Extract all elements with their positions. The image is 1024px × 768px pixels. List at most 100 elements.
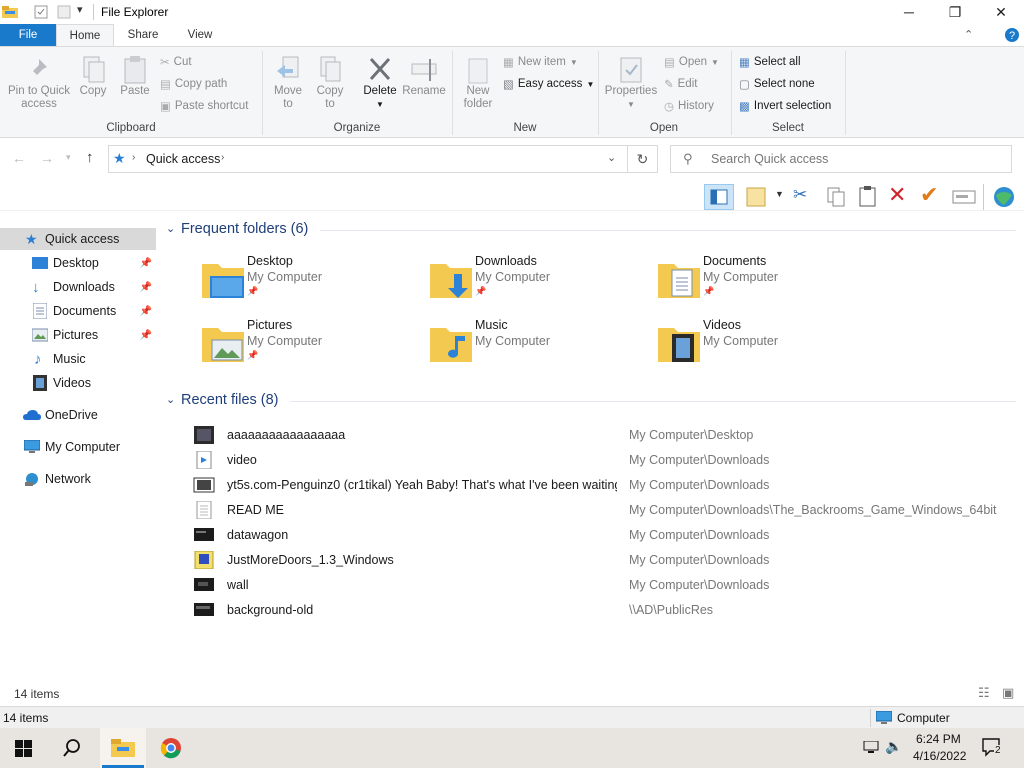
folder-tile[interactable]: Videos My Computer [652, 316, 872, 372]
address-dropdown-chevron-icon[interactable]: ⌄ [607, 151, 616, 164]
folder-tile[interactable]: Pictures My Computer 📌 [196, 316, 416, 372]
cut-scissors-icon[interactable]: ✂ [793, 185, 807, 205]
folder-tile[interactable]: Documents My Computer 📌 [652, 252, 872, 308]
paste-shortcut-button[interactable]: ▣ Paste shortcut [160, 96, 248, 116]
recent-locations-chevron-icon[interactable]: ▾ [66, 152, 71, 163]
back-arrow-icon[interactable]: ← [12, 150, 26, 166]
pin-icon: 📌 [247, 286, 259, 296]
recent-file-row[interactable]: yt5s.com-Penguinz0 (cr1tikal) Yeah Baby!… [193, 474, 1013, 496]
new-folder-button[interactable]: New folder [458, 55, 498, 111]
collapse-chevron-icon[interactable]: ⌄ [166, 393, 175, 406]
rename-button[interactable]: Rename [402, 55, 446, 98]
recent-files-title[interactable]: Recent files (8) [181, 392, 279, 408]
up-arrow-icon[interactable]: ↑ [86, 149, 94, 166]
sidebar-item-pictures[interactable]: Pictures 📌 [0, 324, 156, 346]
recent-file-row[interactable]: JustMoreDoors_1.3_Windows My Computer\Do… [193, 549, 1013, 571]
sidebar-item-music[interactable]: ♪ Music [0, 348, 156, 370]
recent-file-row[interactable]: aaaaaaaaaaaaaaaaa My Computer\Desktop [193, 424, 1013, 446]
globe-icon[interactable] [991, 185, 1017, 209]
edit-button[interactable]: ✎ Edit [664, 74, 697, 94]
maximize-button[interactable]: ❐ [932, 0, 978, 24]
paste-label: Paste [120, 85, 150, 97]
recent-file-row[interactable]: background-old \\AD\PublicRes [193, 599, 1013, 621]
history-button[interactable]: ◷ History [664, 96, 714, 116]
recent-file-path: My Computer\Downloads\The_Backrooms_Game… [629, 503, 997, 517]
taskbar-search-icon[interactable] [63, 739, 81, 757]
copy-files-icon[interactable] [826, 186, 846, 208]
details-pane-icon[interactable] [745, 186, 769, 208]
close-button[interactable]: ✕ [978, 0, 1024, 24]
clock-date[interactable]: 4/16/2022 [913, 749, 966, 763]
new-group-label: New [513, 122, 537, 134]
recent-file-row[interactable]: datawagon My Computer\Downloads [193, 524, 1013, 546]
video-file-icon [196, 451, 212, 469]
rename-field-icon[interactable] [952, 188, 976, 206]
invert-selection-button[interactable]: ▩ Invert selection [739, 96, 831, 116]
copy-path-button[interactable]: ▤ Copy path [160, 74, 227, 94]
properties-button[interactable]: Properties ▼ [602, 55, 660, 111]
window-title: File Explorer [101, 5, 169, 19]
tab-view[interactable]: View [176, 24, 224, 46]
cut-button[interactable]: ✂ Cut [160, 52, 192, 72]
checkmark-icon[interactable]: ✔ [920, 182, 938, 208]
network-globe-icon [25, 473, 38, 486]
forward-arrow-icon[interactable]: → [40, 150, 54, 166]
paste-button[interactable]: Paste [116, 55, 154, 98]
move-to-button[interactable]: Move to [268, 55, 308, 111]
recent-file-row[interactable]: video My Computer\Downloads [193, 449, 1013, 471]
folder-tile[interactable]: Music My Computer [424, 316, 644, 372]
new-item-button[interactable]: ▦ New item ▼ [503, 52, 578, 72]
delete-red-x-icon[interactable]: ✕ [888, 182, 906, 208]
refresh-button[interactable]: ↻ [628, 145, 658, 173]
recent-file-row[interactable]: READ ME My Computer\Downloads\The_Backro… [193, 499, 1013, 521]
select-all-label: Select all [753, 56, 801, 68]
quick-properties-icon[interactable] [34, 5, 48, 19]
taskbar-file-explorer-button[interactable] [100, 728, 146, 768]
sidebar-item-downloads[interactable]: ↓ Downloads 📌 [0, 276, 156, 298]
delete-button[interactable]: Delete ▼ [360, 55, 400, 111]
tab-home[interactable]: Home [56, 24, 114, 46]
layout-chevron-icon[interactable]: ▼ [775, 189, 784, 199]
copy-to-button[interactable]: Copy to [310, 55, 350, 111]
windows-start-icon[interactable] [15, 740, 32, 757]
ribbon-collapse-chevron-icon[interactable]: ⌃ [964, 28, 973, 41]
tab-share[interactable]: Share [118, 24, 168, 46]
select-none-button[interactable]: ▢ Select none [739, 74, 815, 94]
breadcrumb-chevron-icon[interactable]: › [221, 152, 224, 163]
tab-file[interactable]: File [0, 24, 56, 46]
frequent-folders-title[interactable]: Frequent folders (6) [181, 221, 308, 237]
sidebar-item-desktop[interactable]: Desktop 📌 [0, 252, 156, 274]
breadcrumb-quick-access[interactable]: Quick access [146, 152, 220, 166]
sidebar-item-my-computer[interactable]: My Computer [0, 436, 156, 458]
sidebar-item-onedrive[interactable]: OneDrive [0, 404, 156, 426]
sidebar-item-videos[interactable]: Videos [0, 372, 156, 394]
notifications-button[interactable]: 2 [982, 738, 1004, 758]
clock-time[interactable]: 6:24 PM [916, 732, 961, 746]
pin-to-quick-access-button[interactable]: Pin to Quick access [4, 55, 74, 111]
details-view-icon[interactable]: ☷ [978, 685, 990, 701]
sidebar-item-documents[interactable]: Documents 📌 [0, 300, 156, 322]
quick-new-folder-icon[interactable] [57, 5, 71, 19]
preview-pane-button[interactable] [704, 184, 734, 210]
address-bar[interactable]: ★ › Quick access › ⌄ [108, 145, 628, 173]
sidebar-item-network[interactable]: Network [0, 468, 156, 490]
paste-shortcut-label: Paste shortcut [174, 100, 249, 112]
open-button[interactable]: ▤ Open ▼ [664, 52, 719, 72]
paste-files-icon[interactable] [858, 185, 878, 207]
easy-access-button[interactable]: ▧ Easy access ▼ [503, 74, 594, 94]
network-tray-icon[interactable] [862, 741, 880, 755]
customize-toolbar-chevron-icon[interactable]: ▾ [77, 3, 83, 16]
sidebar-item-quick-access[interactable]: ★ Quick access [0, 228, 156, 250]
collapse-chevron-icon[interactable]: ⌄ [166, 222, 175, 235]
copy-button[interactable]: Copy [76, 55, 110, 98]
volume-icon[interactable]: 🔈 [885, 738, 902, 755]
search-box[interactable]: ⚲ Search Quick access [670, 145, 1012, 173]
help-icon[interactable]: ? [1004, 27, 1020, 43]
recent-file-row[interactable]: wall My Computer\Downloads [193, 574, 1013, 596]
folder-tile[interactable]: Desktop My Computer 📌 [196, 252, 416, 308]
select-all-button[interactable]: ▦ Select all [739, 52, 801, 72]
minimize-button[interactable]: ─ [886, 0, 932, 24]
chrome-icon[interactable] [160, 737, 182, 759]
large-icons-view-icon[interactable]: ▣ [1002, 685, 1014, 701]
folder-tile[interactable]: Downloads My Computer 📌 [424, 252, 644, 308]
